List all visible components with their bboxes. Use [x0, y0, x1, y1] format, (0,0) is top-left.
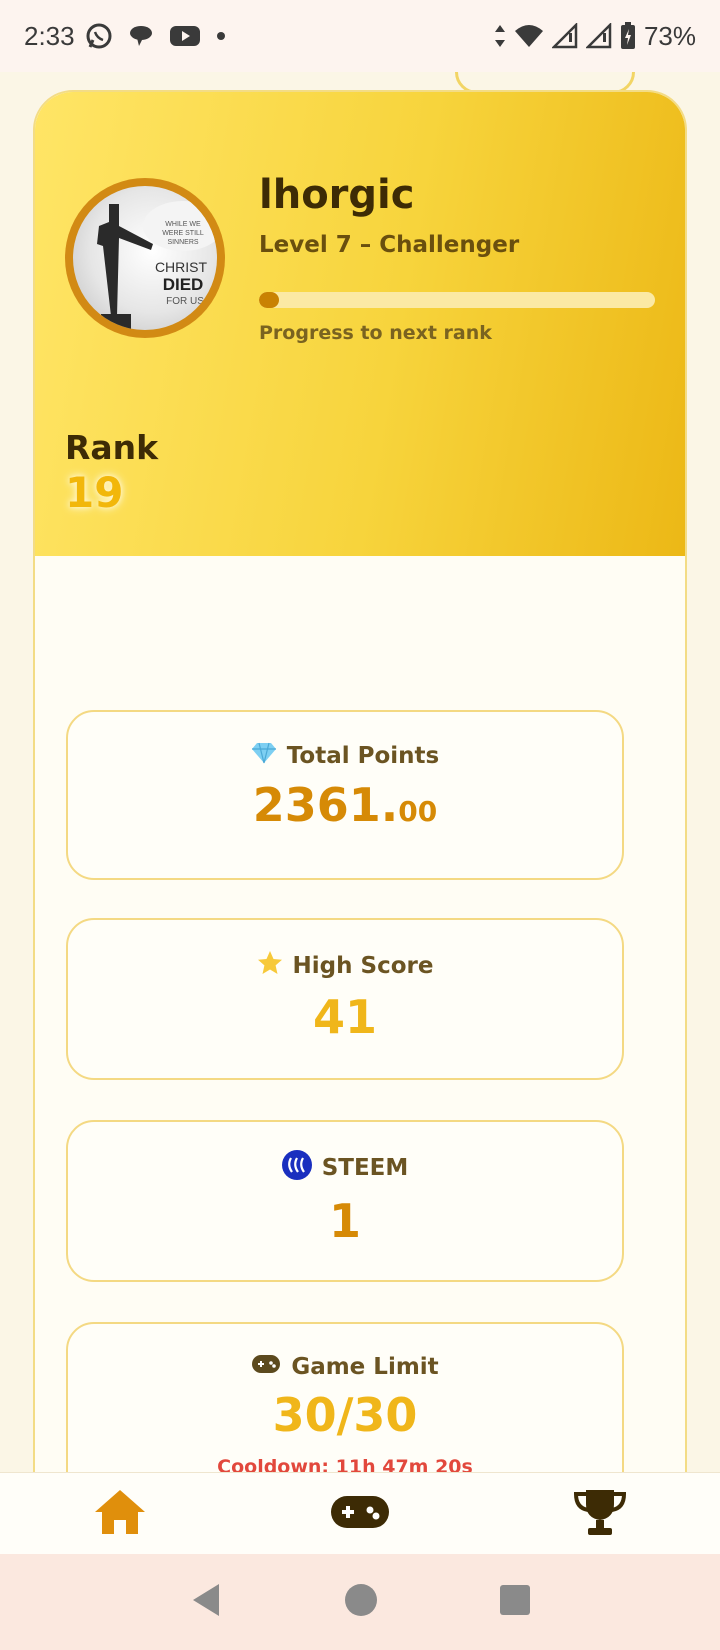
- diamond-icon: [251, 742, 277, 770]
- avatar-text-1: WHILE WE: [165, 221, 201, 228]
- avatar-text-5: DIED: [163, 275, 204, 294]
- dot-icon: [215, 30, 227, 42]
- home-button-icon[interactable]: [343, 1582, 379, 1622]
- total-points-card: Total Points 2361.00: [66, 710, 624, 880]
- signal-icon: [551, 23, 578, 49]
- high-score-title: High Score: [68, 950, 622, 982]
- profile-header: WHILE WE WERE STILL SINNERS CHRIST DIED …: [35, 92, 685, 556]
- rank-progress-bar: [259, 292, 655, 308]
- battery-percent: 73%: [643, 20, 696, 51]
- nav-leaderboard[interactable]: [540, 1482, 660, 1546]
- status-bar: 2:33 73%: [0, 0, 720, 72]
- signal-icon: [585, 23, 612, 49]
- total-points-value: 2361.00: [68, 778, 622, 832]
- game-limit-label: Game Limit: [291, 1354, 439, 1380]
- rank-label: Rank: [65, 428, 159, 467]
- whatsapp-icon: [85, 22, 113, 50]
- total-points-main: 2361.: [252, 778, 399, 832]
- username: lhorgic: [259, 172, 415, 218]
- back-icon[interactable]: [189, 1582, 223, 1622]
- status-time: 2:33: [24, 20, 75, 51]
- rank-value: 19: [65, 468, 124, 517]
- system-navigation: [0, 1554, 720, 1650]
- profile-card: WHILE WE WERE STILL SINNERS CHRIST DIED …: [33, 90, 687, 1472]
- total-points-decimal: 00: [398, 795, 438, 828]
- high-score-value: 41: [312, 990, 377, 1044]
- avatar-text-2: WERE STILL: [162, 230, 204, 237]
- rank-progress-fill: [259, 292, 279, 308]
- nav-games[interactable]: [300, 1482, 420, 1546]
- gamepad-icon: [251, 1354, 281, 1380]
- game-limit-value: 30/30: [272, 1388, 418, 1442]
- nav-home[interactable]: [60, 1482, 180, 1546]
- wifi-icon: [514, 23, 544, 49]
- steem-icon: [281, 1150, 312, 1186]
- gamepad-icon: [330, 1495, 390, 1533]
- avatar-image: WHILE WE WERE STILL SINNERS CHRIST DIED …: [73, 186, 217, 330]
- game-limit-card: Game Limit 30/30 Cooldown: 11h 47m 20s: [66, 1322, 624, 1472]
- battery-charging-icon: [620, 22, 636, 50]
- avatar-text-3: SINNERS: [167, 239, 198, 246]
- trophy-icon: [572, 1488, 628, 1540]
- total-points-title: Total Points: [68, 742, 622, 770]
- steem-label: STEEM: [321, 1155, 409, 1181]
- avatar-text-6: FOR US: [166, 296, 204, 307]
- game-limit-title: Game Limit: [68, 1354, 622, 1380]
- high-score-label: High Score: [292, 953, 434, 979]
- profile-page[interactable]: WHILE WE WERE STILL SINNERS CHRIST DIED …: [0, 72, 720, 1472]
- star-icon: [257, 950, 283, 982]
- progress-label: Progress to next rank: [259, 322, 492, 344]
- steem-value: 1: [328, 1194, 361, 1248]
- bottom-nav: [0, 1472, 720, 1554]
- avatar[interactable]: WHILE WE WERE STILL SINNERS CHRIST DIED …: [65, 178, 225, 338]
- avatar-text-4: CHRIST: [155, 259, 208, 275]
- steem-card: STEEM 1: [66, 1120, 624, 1282]
- cooldown-text: Cooldown: 11h 47m 20s: [217, 1456, 473, 1472]
- steem-title: STEEM: [68, 1150, 622, 1186]
- youtube-icon: [169, 24, 201, 48]
- recents-icon[interactable]: [499, 1584, 531, 1620]
- notification-icons: [85, 22, 227, 50]
- level-label: Level 7 – Challenger: [259, 232, 520, 258]
- data-arrows-icon: [494, 23, 506, 49]
- total-points-label: Total Points: [286, 743, 440, 769]
- system-icons: 73%: [494, 21, 696, 52]
- high-score-card: High Score 41: [66, 918, 624, 1080]
- home-icon: [93, 1488, 147, 1540]
- chat-icon: [127, 22, 155, 50]
